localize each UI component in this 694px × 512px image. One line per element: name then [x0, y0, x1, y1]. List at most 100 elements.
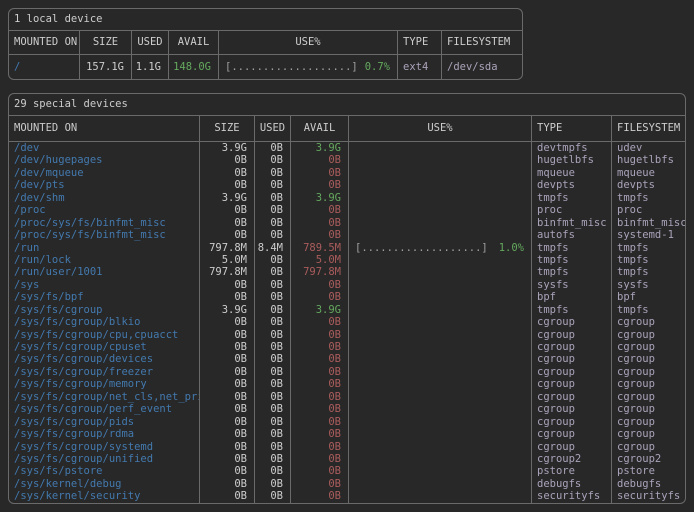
size-cell: 797.8M [199, 266, 254, 278]
use-percent-cell [348, 428, 531, 440]
type-cell: cgroup [531, 416, 611, 428]
mounted-on-cell: /dev/pts [9, 179, 199, 191]
used-cell: 0B [254, 378, 290, 390]
device-row: /sys/fs/bpf0B0B0Bbpfbpf [9, 291, 685, 303]
size-cell: 0B [199, 465, 254, 477]
type-cell: cgroup [531, 316, 611, 328]
size-cell: 0B [199, 229, 254, 241]
usage-percent: 0.7% [365, 55, 390, 79]
filesystem-cell: pstore [611, 465, 685, 477]
device-row: /proc0B0B0Bprocproc [9, 204, 685, 216]
type-cell: cgroup [531, 353, 611, 365]
device-row: /sys/fs/cgroup/net_cls,net_prio0B0B0Bcgr… [9, 391, 685, 403]
size-cell: 5.0M [199, 254, 254, 266]
device-row: /dev/pts0B0B0Bdevptsdevpts [9, 179, 685, 191]
type-cell: binfmt_misc [531, 217, 611, 229]
avail-cell: 0B [290, 291, 348, 303]
mounted-on-cell: /sys/kernel/debug [9, 478, 199, 490]
avail-cell: 0B [290, 204, 348, 216]
mounted-on-cell: /dev/shm [9, 192, 199, 204]
mounted-on-cell: /sys/fs/cgroup/rdma [9, 428, 199, 440]
device-row: /sys0B0B0Bsysfssysfs [9, 279, 685, 291]
device-row: /sys/fs/cgroup/blkio0B0B0Bcgroupcgroup [9, 316, 685, 328]
filesystem-cell: sysfs [611, 279, 685, 291]
used-cell: 0B [254, 453, 290, 465]
type-cell: cgroup [531, 403, 611, 415]
device-row: /sys/fs/cgroup/memory0B0B0Bcgroupcgroup [9, 378, 685, 390]
size-cell: 0B [199, 204, 254, 216]
use-percent-cell: [...................] 1.0% [348, 242, 531, 254]
mounted-on-cell: /run/user/1001 [9, 266, 199, 278]
avail-cell: 0B [290, 465, 348, 477]
avail-cell: 148.0G [168, 55, 218, 79]
device-row: /sys/fs/cgroup/rdma0B0B0Bcgroupcgroup [9, 428, 685, 440]
mounted-on-cell: /sys/fs/cgroup/cpuset [9, 341, 199, 353]
used-cell: 8.4M [254, 242, 290, 254]
type-cell: cgroup [531, 428, 611, 440]
type-cell: cgroup [531, 366, 611, 378]
used-cell: 0B [254, 266, 290, 278]
size-cell: 0B [199, 341, 254, 353]
usage-percent: 1.0% [499, 242, 524, 254]
avail-cell: 789.5M [290, 242, 348, 254]
avail-cell: 0B [290, 416, 348, 428]
filesystem-cell: devpts [611, 179, 685, 191]
filesystem-cell: cgroup [611, 441, 685, 453]
use-percent-cell [348, 316, 531, 328]
device-row: /sys/fs/cgroup/cpuset0B0B0Bcgroupcgroup [9, 341, 685, 353]
use-percent-cell [348, 304, 531, 316]
avail-cell: 0B [290, 391, 348, 403]
avail-cell: 0B [290, 341, 348, 353]
avail-cell: 0B [290, 217, 348, 229]
device-row: /sys/fs/cgroup/systemd0B0B0Bcgroupcgroup [9, 441, 685, 453]
used-cell: 0B [254, 465, 290, 477]
device-row: /sys/kernel/debug0B0B0Bdebugfsdebugfs [9, 478, 685, 490]
column-header-size: SIZE [79, 31, 131, 54]
use-percent-cell [348, 179, 531, 191]
type-cell: tmpfs [531, 304, 611, 316]
avail-cell: 0B [290, 378, 348, 390]
type-cell: cgroup [531, 329, 611, 341]
filesystem-cell: cgroup [611, 366, 685, 378]
size-cell: 0B [199, 167, 254, 179]
usage-bar: [...................] [355, 242, 488, 254]
used-cell: 0B [254, 428, 290, 440]
filesystem-cell: cgroup2 [611, 453, 685, 465]
type-cell: cgroup2 [531, 453, 611, 465]
size-cell: 157.1G [79, 55, 131, 79]
column-header-use-: USE% [348, 116, 531, 141]
avail-cell: 5.0M [290, 254, 348, 266]
mounted-on-cell: /dev [9, 142, 199, 154]
avail-cell: 0B [290, 316, 348, 328]
filesystem-cell: cgroup [611, 341, 685, 353]
size-cell: 0B [199, 279, 254, 291]
type-cell: devpts [531, 179, 611, 191]
special-devices-table: 29 special devices MOUNTED ONSIZEUSEDAVA… [8, 93, 686, 504]
avail-cell: 0B [290, 167, 348, 179]
local-devices-table: 1 local device MOUNTED ONSIZEUSEDAVAILUS… [8, 8, 523, 80]
used-cell: 0B [254, 254, 290, 266]
used-cell: 1.1G [131, 55, 168, 79]
avail-cell: 0B [290, 366, 348, 378]
column-header-size: SIZE [199, 116, 254, 141]
device-row: /157.1G1.1G148.0G[...................]0.… [9, 55, 522, 79]
used-cell: 0B [254, 291, 290, 303]
mounted-on-cell: /sys/fs/cgroup/systemd [9, 441, 199, 453]
filesystem-cell: hugetlbfs [611, 154, 685, 166]
local-devices-rows: /157.1G1.1G148.0G[...................]0.… [9, 55, 522, 79]
use-percent-cell [348, 391, 531, 403]
mounted-on-cell: /sys/fs/cgroup/freezer [9, 366, 199, 378]
used-cell: 0B [254, 167, 290, 179]
mounted-on-cell: /sys/fs/pstore [9, 465, 199, 477]
used-cell: 0B [254, 329, 290, 341]
used-cell: 0B [254, 229, 290, 241]
filesystem-cell: udev [611, 142, 685, 154]
filesystem-cell: tmpfs [611, 242, 685, 254]
used-cell: 0B [254, 316, 290, 328]
use-percent-cell [348, 266, 531, 278]
type-cell: cgroup [531, 341, 611, 353]
mounted-on-cell: /sys/fs/cgroup/memory [9, 378, 199, 390]
mounted-on-cell: /proc/sys/fs/binfmt_misc [9, 217, 199, 229]
used-cell: 0B [254, 192, 290, 204]
device-row: /proc/sys/fs/binfmt_misc0B0B0Bautofssyst… [9, 229, 685, 241]
